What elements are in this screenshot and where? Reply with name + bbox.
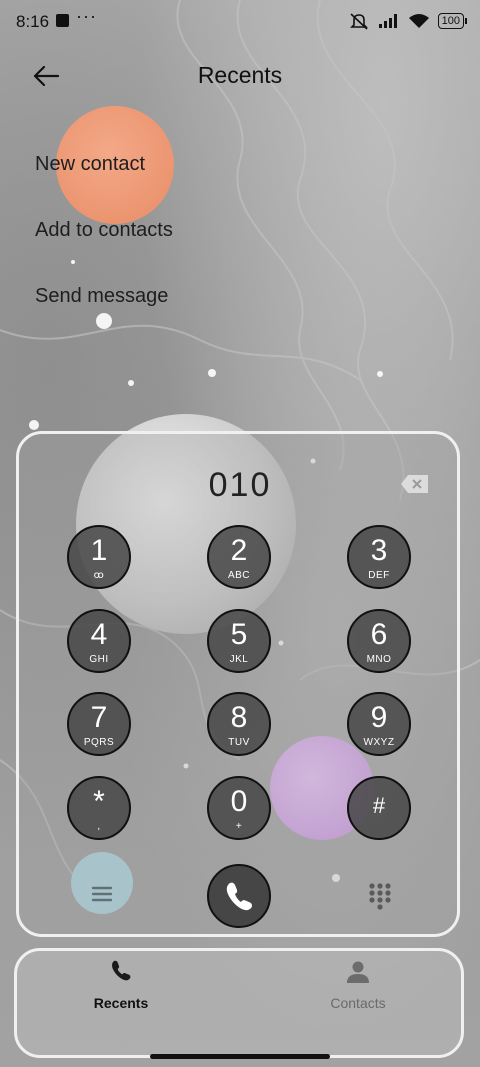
menu-button[interactable] <box>71 852 133 914</box>
key-4[interactable]: 4 GHI <box>67 609 131 673</box>
signal-icon <box>378 14 397 28</box>
phone-icon <box>112 960 131 981</box>
key-star[interactable]: * , <box>67 776 131 840</box>
phone-icon <box>226 882 252 911</box>
mute-icon <box>349 13 368 30</box>
tab-contacts-label: Contacts <box>330 995 386 1011</box>
wifi-icon <box>408 14 429 28</box>
key-3[interactable]: 3 DEF <box>347 525 411 589</box>
more-notifications-icon: ··· <box>76 6 97 26</box>
backspace-icon[interactable] <box>400 474 430 494</box>
key-6[interactable]: 6 MNO <box>347 609 411 673</box>
tab-recents[interactable]: Recents <box>61 958 181 1011</box>
call-button[interactable] <box>207 864 271 928</box>
key-8[interactable]: 8 TUV <box>207 692 271 756</box>
send-message-option[interactable]: Send message <box>35 285 168 308</box>
keypad-icon[interactable] <box>365 880 395 910</box>
notification-icon <box>56 14 69 27</box>
key-2[interactable]: 2 ABC <box>207 525 271 589</box>
key-1[interactable]: 1 ꝏ <box>67 525 131 589</box>
key-hash[interactable]: # <box>347 776 411 840</box>
page-title: Recents <box>197 62 283 88</box>
tab-contacts[interactable]: Contacts <box>298 958 418 1011</box>
key-9[interactable]: 9 WXYZ <box>347 692 411 756</box>
voicemail-icon: ꝏ <box>93 570 105 581</box>
add-to-contacts-option[interactable]: Add to contacts <box>35 219 173 242</box>
key-5[interactable]: 5 JKL <box>207 609 271 673</box>
status-time: 8:16 <box>16 12 50 31</box>
status-bar: 8:16 ··· 100 <box>0 0 480 44</box>
key-0[interactable]: 0 + <box>207 776 271 840</box>
home-indicator[interactable] <box>150 1054 330 1059</box>
new-contact-option[interactable]: New contact <box>35 153 145 176</box>
battery-icon: 100 <box>437 13 468 29</box>
tab-recents-label: Recents <box>93 995 149 1011</box>
person-icon <box>347 961 369 983</box>
key-7[interactable]: 7 PQRS <box>67 692 131 756</box>
hamburger-icon <box>91 886 113 902</box>
